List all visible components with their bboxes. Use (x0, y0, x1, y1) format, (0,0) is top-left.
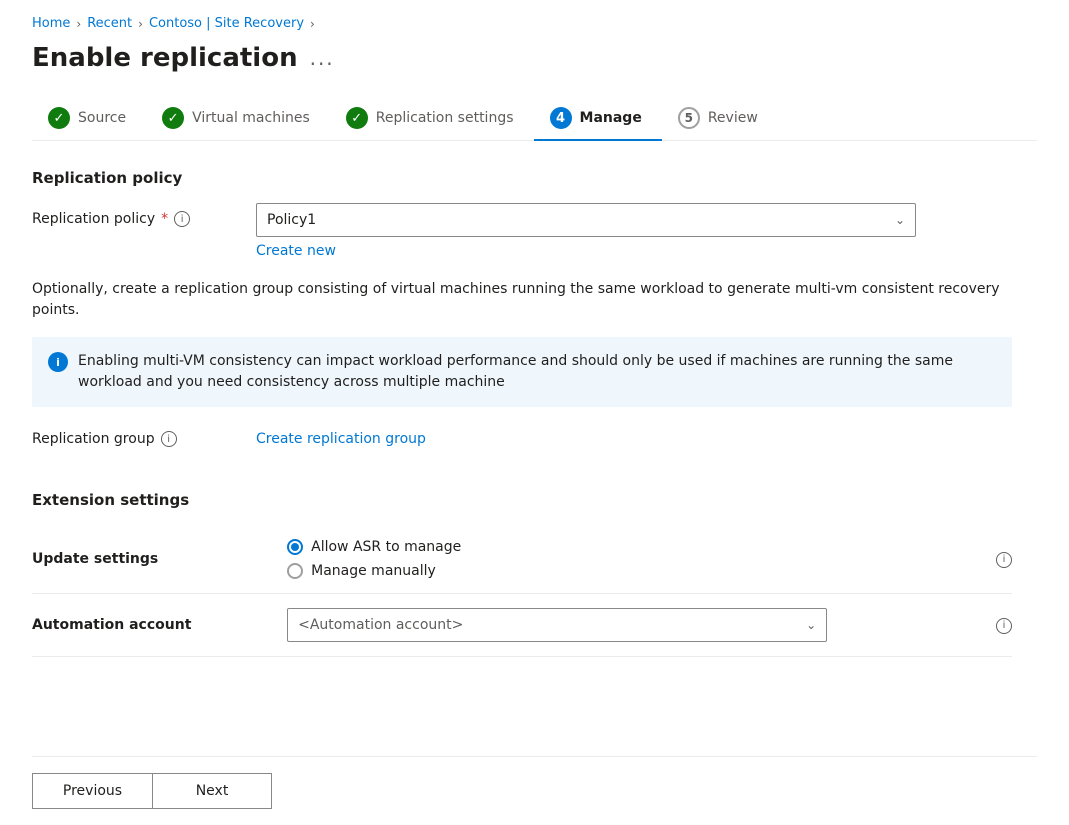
page-title: Enable replication (32, 43, 298, 73)
update-settings-row: Update settings Allow ASR to manage Mana… (32, 525, 1012, 594)
step-number-review: 5 (685, 111, 693, 125)
tab-manage-label: Manage (580, 110, 642, 126)
tab-manage[interactable]: 4 Manage (534, 97, 662, 141)
previous-button[interactable]: Previous (32, 773, 152, 809)
automation-account-info-icon[interactable]: i (996, 618, 1012, 634)
breadcrumb: Home › Recent › Contoso | Site Recovery … (32, 16, 1037, 31)
update-settings-info-icon[interactable]: i (996, 552, 1012, 568)
replication-group-label-text: Replication group (32, 431, 155, 447)
tab-source[interactable]: ✓ Source (32, 97, 146, 141)
replication-policy-control: Policy1 ⌄ Create new (256, 203, 1037, 259)
tab-replication-settings-label: Replication settings (376, 110, 514, 126)
create-replication-group-link[interactable]: Create replication group (256, 431, 426, 447)
next-button[interactable]: Next (152, 773, 272, 809)
breadcrumb-recent[interactable]: Recent (87, 16, 132, 31)
replication-policy-heading: Replication policy (32, 169, 1037, 187)
info-banner-text: Enabling multi-VM consistency can impact… (78, 351, 996, 393)
update-settings-options: Allow ASR to manage Manage manually (287, 525, 976, 594)
create-new-link[interactable]: Create new (256, 243, 336, 259)
automation-account-label: Automation account (32, 594, 287, 657)
step-circle-source: ✓ (48, 107, 70, 129)
replication-policy-selected-value: Policy1 (267, 212, 316, 228)
description-text: Optionally, create a replication group c… (32, 279, 1012, 321)
radio-dot-allow-asr (291, 543, 299, 551)
automation-dropdown-arrow-icon: ⌄ (806, 618, 816, 632)
main-content: Replication policy Replication policy * … (32, 169, 1037, 756)
breadcrumb-home[interactable]: Home (32, 16, 70, 31)
replication-policy-label: Replication policy * i (32, 203, 232, 227)
radio-label-manage-manually: Manage manually (311, 563, 436, 579)
required-indicator: * (161, 211, 168, 227)
breadcrumb-current-service[interactable]: Contoso | Site Recovery (149, 16, 304, 31)
replication-group-row: Replication group i Create replication g… (32, 431, 1037, 463)
step-tabs: ✓ Source ✓ Virtual machines ✓ Replicatio… (32, 97, 1037, 141)
step-circle-vms: ✓ (162, 107, 184, 129)
checkmark-icon-vms: ✓ (168, 111, 179, 126)
step-circle-review: 5 (678, 107, 700, 129)
replication-policy-row: Replication policy * i Policy1 ⌄ Create … (32, 203, 1037, 259)
radio-label-allow-asr: Allow ASR to manage (311, 539, 461, 555)
breadcrumb-sep-3: › (310, 17, 315, 31)
info-banner-icon: i (48, 352, 68, 372)
radio-allow-asr[interactable]: Allow ASR to manage (287, 539, 976, 555)
footer: Previous Next (32, 756, 1037, 825)
info-banner: i Enabling multi-VM consistency can impa… (32, 337, 1012, 407)
automation-account-control: <Automation account> ⌄ (287, 594, 976, 657)
replication-policy-label-text: Replication policy (32, 211, 155, 227)
automation-account-row: Automation account <Automation account> … (32, 594, 1012, 657)
checkmark-icon-source: ✓ (54, 111, 65, 126)
checkmark-icon-replication: ✓ (351, 111, 362, 126)
radio-input-manage-manually[interactable] (287, 563, 303, 579)
extension-settings-heading: Extension settings (32, 491, 1037, 509)
replication-policy-info-icon[interactable]: i (174, 211, 190, 227)
breadcrumb-sep-1: › (76, 17, 81, 31)
breadcrumb-sep-2: › (138, 17, 143, 31)
automation-account-placeholder: <Automation account> (298, 617, 463, 633)
tab-replication-settings[interactable]: ✓ Replication settings (330, 97, 534, 141)
automation-account-dropdown[interactable]: <Automation account> ⌄ (287, 608, 827, 642)
dropdown-arrow-icon: ⌄ (895, 213, 905, 227)
tab-review-label: Review (708, 110, 758, 126)
replication-group-label: Replication group i (32, 431, 232, 447)
tab-virtual-machines-label: Virtual machines (192, 110, 310, 126)
replication-group-info-icon[interactable]: i (161, 431, 177, 447)
replication-policy-dropdown[interactable]: Policy1 ⌄ (256, 203, 916, 237)
tab-virtual-machines[interactable]: ✓ Virtual machines (146, 97, 330, 141)
radio-manage-manually[interactable]: Manage manually (287, 563, 976, 579)
radio-input-allow-asr[interactable] (287, 539, 303, 555)
step-number-manage: 4 (556, 111, 565, 126)
step-circle-replication: ✓ (346, 107, 368, 129)
update-settings-radio-group: Allow ASR to manage Manage manually (287, 539, 976, 579)
step-circle-manage: 4 (550, 107, 572, 129)
page-title-menu-button[interactable]: ... (310, 46, 335, 70)
update-settings-label: Update settings (32, 525, 287, 594)
tab-review[interactable]: 5 Review (662, 97, 778, 141)
tab-source-label: Source (78, 110, 126, 126)
extension-settings-table: Update settings Allow ASR to manage Mana… (32, 525, 1012, 657)
